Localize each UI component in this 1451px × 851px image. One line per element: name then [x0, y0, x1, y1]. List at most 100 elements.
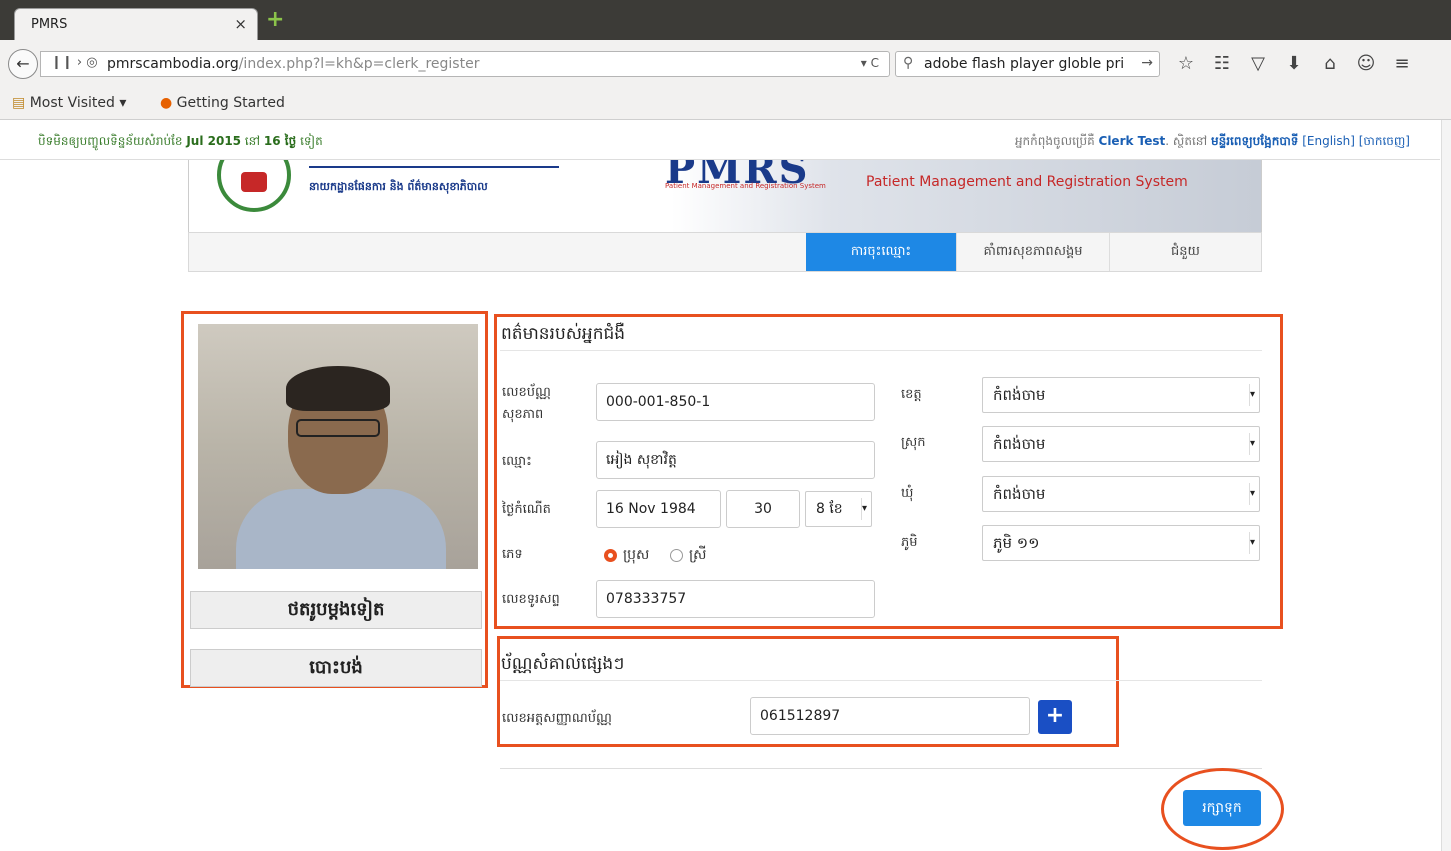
bookmarks-bar: ▤ Most Visited ▾ ● Getting Started [0, 86, 1451, 120]
firefox-icon: ● [160, 95, 173, 111]
radio-empty-icon [670, 548, 683, 562]
search-bar[interactable]: ⚲ adobe flash player globle pri → [895, 51, 1160, 77]
section-divider [500, 680, 1262, 681]
back-arrow-icon: ← [16, 54, 30, 73]
new-tab-icon[interactable]: + [266, 9, 284, 31]
toolbar-icons: ☆ ☷ ▽ ⬇ ⌂ ☺ ≡ [1168, 53, 1420, 74]
url-host: pmrscambodia.org [107, 56, 239, 72]
photo-panel: ថតរូបម្តងទៀត បោះបង់ [181, 311, 488, 688]
health-id-field[interactable]: 000-001-850-1 [596, 383, 875, 421]
chat-icon[interactable]: ☺ [1348, 53, 1384, 74]
search-go-icon[interactable]: → [1141, 55, 1153, 71]
pocket-icon[interactable]: ▽ [1240, 53, 1276, 74]
banner-divider [309, 166, 559, 168]
site-info-icon[interactable]: ❙❙ › ◎ [51, 55, 98, 70]
url-bar[interactable]: ❙❙ › ◎ pmrscambodia.org/index.php?l=kh&p… [40, 51, 890, 77]
folder-icon: ▤ [12, 95, 26, 111]
reading-list-icon[interactable]: ☷ [1204, 53, 1240, 74]
user-name: Clerk Test [1098, 134, 1166, 148]
ministry-logo [217, 160, 291, 212]
facility-name: មន្ទីរពេទ្យបង្អែកបាទី [1211, 134, 1299, 148]
notice-days: 16 ថ្ងៃ [263, 134, 297, 148]
phone-label: លេខទូរសព្ទ [502, 592, 560, 607]
district-label: ស្រុក [901, 435, 926, 450]
dropdown-arrow-icon: ▾ [1249, 384, 1257, 406]
english-link[interactable]: [English] [1302, 134, 1355, 148]
commune-select[interactable]: កំពង់ចាម ▾ [982, 476, 1260, 512]
dob-field[interactable]: 16 Nov 1984 [596, 490, 721, 528]
notice-text: ទៀត [300, 134, 323, 148]
district-select[interactable]: កំពង់ចាម ▾ [982, 426, 1260, 462]
reload-icon[interactable]: ▾ C [861, 56, 879, 70]
user-status-text: . ស្ថិតនៅ [1165, 134, 1208, 148]
province-value: កំពង់ចាម [993, 386, 1046, 404]
add-id-button[interactable]: + [1038, 700, 1072, 734]
tab-title: PMRS [31, 17, 68, 32]
logout-link[interactable]: [ចាកចេញ] [1359, 134, 1410, 148]
sex-female-label: ស្រី [689, 547, 707, 563]
retake-photo-button[interactable]: ថតរូបម្តងទៀត [190, 591, 482, 629]
system-title: Patient Management and Registration Syst… [866, 174, 1188, 190]
dropdown-arrow-icon: ▾ [1249, 532, 1257, 554]
notice-text: នៅ [244, 134, 261, 148]
back-button[interactable]: ← [8, 49, 38, 79]
name-label: ឈ្មោះ [502, 454, 532, 469]
browser-nav-bar: ← ❙❙ › ◎ pmrscambodia.org/index.php?l=kh… [0, 40, 1451, 86]
browser-tab[interactable]: PMRS × [14, 8, 258, 40]
browser-tab-bar: PMRS × + [0, 0, 1451, 40]
dropdown-arrow-icon: ▾ [1249, 483, 1257, 505]
pmrs-logo-subtitle: Patient Management and Registration Syst… [665, 182, 826, 190]
info-bar: បិទមិនឲ្យបញ្ចូលទិន្នន័យសំរាប់ខែ Jul 2015… [0, 120, 1440, 160]
district-value: កំពង់ចាម [993, 435, 1046, 453]
cancel-photo-button[interactable]: បោះបង់ [190, 649, 482, 687]
sex-male-label: ប្រុស [623, 547, 650, 563]
tab-close-icon[interactable]: × [234, 15, 247, 33]
bookmark-label: Getting Started [176, 95, 285, 111]
age-unit-select[interactable]: 8 ខែ ▾ [805, 491, 872, 527]
bookmark-most-visited[interactable]: ▤ Most Visited ▾ [12, 95, 126, 111]
age-field[interactable]: 30 [726, 490, 800, 528]
village-value: ភូមិ ១១ [993, 534, 1040, 552]
menu-icon[interactable]: ≡ [1384, 53, 1420, 74]
user-status-text: អ្នកកំពុងចូលប្រើគឺ [1014, 134, 1095, 148]
national-id-field[interactable]: 061512897 [750, 697, 1030, 735]
village-label: ភូមិ [901, 535, 918, 550]
sex-label: ភេទ [502, 547, 523, 562]
sex-female-radio[interactable]: ស្រី [670, 545, 707, 566]
menu-item-registration[interactable]: ការចុះឈ្មោះ [806, 233, 956, 271]
bookmark-getting-started[interactable]: ● Getting Started [160, 95, 285, 111]
menu-item-help[interactable]: ជំនួយ [1109, 233, 1261, 271]
province-select[interactable]: កំពង់ចាម ▾ [982, 377, 1260, 413]
sex-male-radio[interactable]: ប្រុស [604, 545, 649, 566]
health-id-label: លេខប័ណ្ណ [502, 385, 551, 400]
page-scrollbar[interactable] [1441, 120, 1451, 851]
home-icon[interactable]: ⌂ [1312, 53, 1348, 74]
dob-label: ថ្ងៃកំណើត [502, 502, 551, 517]
department-name: នាយកដ្ឋានផែនការ និង ព័ត៌មានសុខាភិបាល [309, 180, 488, 193]
notice-text: បិទមិនឲ្យបញ្ចូលទិន្នន័យសំរាប់ខែ [38, 134, 183, 148]
national-id-label: លេខអត្តសញ្ញាណប័ណ្ណ [502, 711, 612, 726]
star-icon[interactable]: ☆ [1168, 53, 1204, 74]
phone-field[interactable]: 078333757 [596, 580, 875, 618]
other-ids-title: ប័ណ្ណសំគាល់ផ្សេងៗ [501, 654, 625, 674]
commune-label: ឃុំ [901, 486, 914, 501]
url-path: /index.php?l=kh&p=clerk_register [238, 56, 480, 72]
name-field[interactable]: អៀង សុខាវិត្ត [596, 441, 875, 479]
save-button[interactable]: រក្សាទុក [1183, 790, 1261, 826]
form-divider [500, 768, 1262, 769]
village-select[interactable]: ភូមិ ១១ ▾ [982, 525, 1260, 561]
bookmark-label: Most Visited ▾ [29, 95, 127, 111]
notice-month: Jul 2015 [186, 134, 242, 148]
deadline-notice: បិទមិនឲ្យបញ្ចូលទិន្នន័យសំរាប់ខែ Jul 2015… [38, 133, 323, 151]
menu-item-social-health[interactable]: គាំពារសុខភាពសង្គម [956, 233, 1109, 271]
search-input[interactable]: adobe flash player globle pri [924, 56, 1134, 72]
patient-info-title: ពត៌មានរបស់អ្នកជំងឺ [501, 324, 626, 344]
section-divider [500, 350, 1262, 351]
user-status: អ្នកកំពុងចូលប្រើគឺ Clerk Test. ស្ថិតនៅ ម… [1015, 133, 1410, 151]
commune-value: កំពង់ចាម [993, 485, 1046, 503]
download-icon[interactable]: ⬇ [1276, 53, 1312, 74]
dropdown-arrow-icon: ▾ [1249, 433, 1257, 455]
site-banner: នាយកដ្ឋានផែនការ និង ព័ត៌មានសុខាភិបាល PMR… [188, 160, 1262, 232]
province-label: ខេត្ត [901, 387, 922, 402]
dropdown-arrow-icon: ▾ [861, 498, 869, 520]
